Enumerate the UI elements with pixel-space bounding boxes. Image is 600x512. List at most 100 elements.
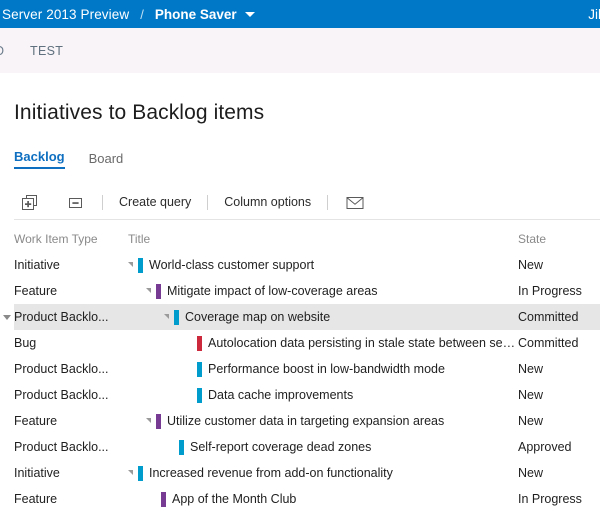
cell-title: Increased revenue from add-on functional… xyxy=(128,466,518,481)
toolbar-divider-2 xyxy=(207,195,208,210)
grid-header-row: Work Item Type Title State xyxy=(14,226,600,252)
table-row[interactable]: Initiative World-class customer support Ne… xyxy=(14,252,600,278)
grid-body: Initiative World-class customer support Ne… xyxy=(14,252,600,512)
tree-expander-collapse-icon[interactable] xyxy=(146,288,151,293)
work-item-title-link[interactable]: Autolocation data persisting in stale st… xyxy=(208,336,518,350)
work-item-title-link[interactable]: Utilize customer data in targeting expan… xyxy=(167,414,444,428)
table-row[interactable]: Bug Autolocation data persisting in stale… xyxy=(14,330,600,356)
user-menu[interactable]: Jill xyxy=(588,0,600,28)
cell-state: Committed xyxy=(518,336,600,350)
table-row[interactable]: Initiative Increased revenue from add-on … xyxy=(14,460,600,486)
user-name: Jill xyxy=(588,7,600,22)
cell-state: In Progress xyxy=(518,492,600,506)
nav-item-truncated[interactable]: D xyxy=(0,44,4,58)
tree-expander-placeholder xyxy=(182,389,192,399)
cell-title: Data cache improvements xyxy=(128,388,518,403)
page-content: Initiatives to Backlog items Backlog Boa… xyxy=(0,73,600,512)
grid-toolbar: Create query Column options xyxy=(14,185,600,220)
cell-state: New xyxy=(518,466,600,480)
work-item-type-color-bar xyxy=(197,336,202,351)
table-row[interactable]: Feature App of the Month Club In Progress xyxy=(14,486,600,512)
cell-title: Performance boost in low-bandwidth mode xyxy=(128,362,518,377)
cell-work-item-type: Initiative xyxy=(14,466,128,480)
breadcrumb: Server 2013 Preview / Phone Saver xyxy=(2,7,255,22)
cell-work-item-type: Product Backlo... xyxy=(14,440,128,454)
tree-expander-collapse-icon[interactable] xyxy=(128,470,133,475)
row-context-chevron-down-icon[interactable] xyxy=(3,315,11,320)
work-item-type-color-bar xyxy=(156,414,161,429)
tab-backlog[interactable]: Backlog xyxy=(14,149,65,169)
row-gutter xyxy=(0,315,14,320)
column-header-title[interactable]: Title xyxy=(128,232,518,246)
cell-state: New xyxy=(518,258,600,272)
table-row[interactable]: FeatureUtilize customer data in targetin… xyxy=(14,408,600,434)
cell-title: Coverage map on website xyxy=(128,310,518,325)
breadcrumb-project[interactable]: Phone Saver xyxy=(155,7,237,22)
work-item-type-color-bar xyxy=(197,362,202,377)
secondary-nav-bar: D TEST xyxy=(0,28,600,73)
cell-work-item-type: Feature xyxy=(14,284,128,298)
work-item-title-link[interactable]: Increased revenue from add-on functional… xyxy=(149,466,393,480)
work-item-title-link[interactable]: Performance boost in low-bandwidth mode xyxy=(208,362,445,376)
tree-expander-placeholder xyxy=(146,493,156,503)
table-row[interactable]: Feature Mitigate impact of low-coverage a… xyxy=(14,278,600,304)
create-query-button[interactable]: Create query xyxy=(115,195,195,209)
cell-state: Committed xyxy=(518,310,600,324)
cell-title: Mitigate impact of low-coverage areas xyxy=(128,284,518,299)
chevron-down-icon[interactable] xyxy=(245,12,255,17)
breadcrumb-collection[interactable]: Server 2013 Preview xyxy=(2,7,129,22)
column-options-button[interactable]: Column options xyxy=(220,195,315,209)
cell-title: App of the Month Club xyxy=(128,492,518,507)
cell-title: Autolocation data persisting in stale st… xyxy=(128,336,518,351)
tab-board[interactable]: Board xyxy=(89,151,124,169)
tree-expander-placeholder xyxy=(182,337,192,347)
work-item-type-color-bar xyxy=(179,440,184,455)
tree-expander-placeholder xyxy=(182,363,192,373)
cell-title: World-class customer support xyxy=(128,258,518,273)
collapse-all-icon[interactable] xyxy=(60,187,90,217)
cell-work-item-type: Bug xyxy=(14,336,128,350)
cell-title: Utilize customer data in targeting expan… xyxy=(128,414,518,429)
nav-item-test[interactable]: TEST xyxy=(30,44,63,58)
column-header-state[interactable]: State xyxy=(518,232,600,246)
work-item-title-link[interactable]: Coverage map on website xyxy=(185,310,330,324)
table-row[interactable]: Product Backlo... Data cache improvements… xyxy=(14,382,600,408)
column-header-title-label: Title xyxy=(128,232,150,246)
envelope-icon[interactable] xyxy=(340,187,370,217)
tree-expander-placeholder xyxy=(164,441,174,451)
cell-work-item-type: Initiative xyxy=(14,258,128,272)
work-item-title-link[interactable]: Self-report coverage dead zones xyxy=(190,440,371,454)
work-item-title-link[interactable]: Data cache improvements xyxy=(208,388,353,402)
work-item-type-color-bar xyxy=(161,492,166,507)
column-header-work-item-type[interactable]: Work Item Type xyxy=(14,232,128,246)
cell-state: In Progress xyxy=(518,284,600,298)
cell-state: New xyxy=(518,362,600,376)
tree-expander-collapse-icon[interactable] xyxy=(164,314,169,319)
cell-title: Self-report coverage dead zones xyxy=(128,440,518,455)
top-account-bar: Server 2013 Preview / Phone Saver Jill xyxy=(0,0,600,28)
cell-work-item-type: Product Backlo... xyxy=(14,310,128,324)
cell-work-item-type: Product Backlo... xyxy=(14,362,128,376)
pivot-tabs: Backlog Board xyxy=(14,147,600,169)
cell-state: Approved xyxy=(518,440,600,454)
tree-expander-collapse-icon[interactable] xyxy=(146,418,151,423)
work-item-title-link[interactable]: World-class customer support xyxy=(149,258,314,272)
cell-state: New xyxy=(518,414,600,428)
work-item-title-link[interactable]: App of the Month Club xyxy=(172,492,296,506)
table-row[interactable]: Product Backlo... Coverage map on website… xyxy=(14,304,600,330)
table-row[interactable]: Product Backlo... Self-report coverage de… xyxy=(14,434,600,460)
expand-all-icon[interactable] xyxy=(14,187,44,217)
work-item-type-color-bar xyxy=(197,388,202,403)
cell-state: New xyxy=(518,388,600,402)
work-item-type-color-bar xyxy=(138,258,143,273)
toolbar-divider-1 xyxy=(102,195,103,210)
breadcrumb-separator: / xyxy=(140,7,144,22)
work-item-title-link[interactable]: Mitigate impact of low-coverage areas xyxy=(167,284,378,298)
table-row[interactable]: Product Backlo... Performance boost in lo… xyxy=(14,356,600,382)
toolbar-divider-3 xyxy=(327,195,328,210)
work-item-grid: Work Item Type Title State Initiative Wor… xyxy=(14,226,600,512)
cell-work-item-type: Feature xyxy=(14,492,128,506)
tree-expander-collapse-icon[interactable] xyxy=(128,262,133,267)
page-title: Initiatives to Backlog items xyxy=(14,73,600,125)
cell-work-item-type: Product Backlo... xyxy=(14,388,128,402)
